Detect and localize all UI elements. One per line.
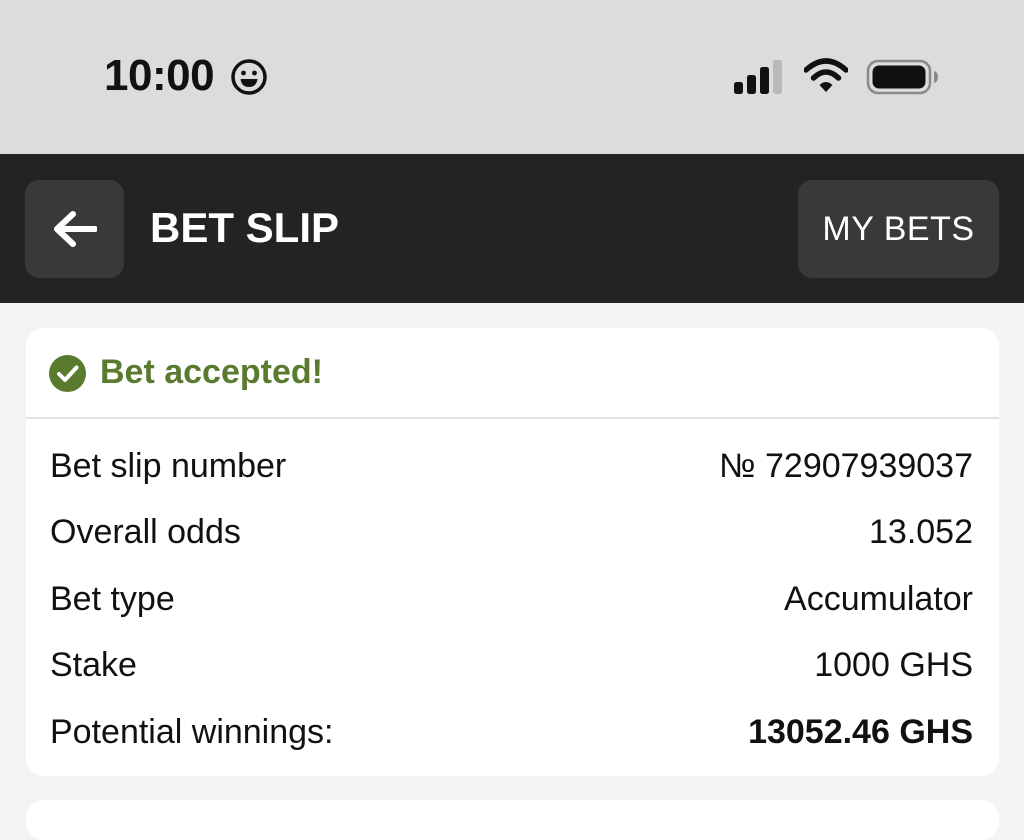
app-header: BET SLIP MY BETS	[0, 154, 1024, 303]
bet-accepted-text: Bet accepted!	[100, 353, 323, 391]
bet-type-value: Accumulator	[784, 580, 973, 618]
stake-row: Stake 1000 GHS	[26, 640, 999, 690]
row-label: Potential winnings:	[50, 713, 334, 751]
smiley-icon	[231, 59, 267, 95]
wifi-icon	[804, 58, 848, 92]
row-label: Bet type	[50, 580, 175, 618]
potential-winnings-value: 13052.46 GHS	[748, 713, 973, 751]
next-card	[26, 800, 999, 840]
row-label: Bet slip number	[50, 447, 287, 485]
battery-icon	[866, 59, 938, 95]
back-button[interactable]	[25, 180, 124, 278]
row-label: Stake	[50, 646, 137, 684]
page-title: BET SLIP	[150, 204, 340, 251]
stake-value: 1000 GHS	[814, 646, 973, 684]
potential-winnings-row: Potential winnings: 13052.46 GHS	[26, 707, 999, 757]
overall-odds-value: 13.052	[869, 513, 973, 551]
status-bar: 10:00	[0, 0, 1024, 154]
bet-summary-card: Bet accepted! Bet slip number № 72907939…	[26, 328, 999, 776]
row-label: Overall odds	[50, 513, 241, 551]
bet-slip-number-value: № 72907939037	[719, 447, 973, 485]
my-bets-button[interactable]: MY BETS	[798, 180, 999, 278]
overall-odds-row: Overall odds 13.052	[26, 507, 999, 557]
signal-icon	[734, 60, 782, 94]
status-time: 10:00	[104, 51, 215, 100]
bet-status-header: Bet accepted!	[26, 328, 999, 419]
check-circle-icon	[49, 355, 86, 392]
bet-slip-number-row: Bet slip number № 72907939037	[26, 441, 999, 491]
back-arrow-icon	[54, 211, 97, 247]
bet-type-row: Bet type Accumulator	[26, 574, 999, 624]
